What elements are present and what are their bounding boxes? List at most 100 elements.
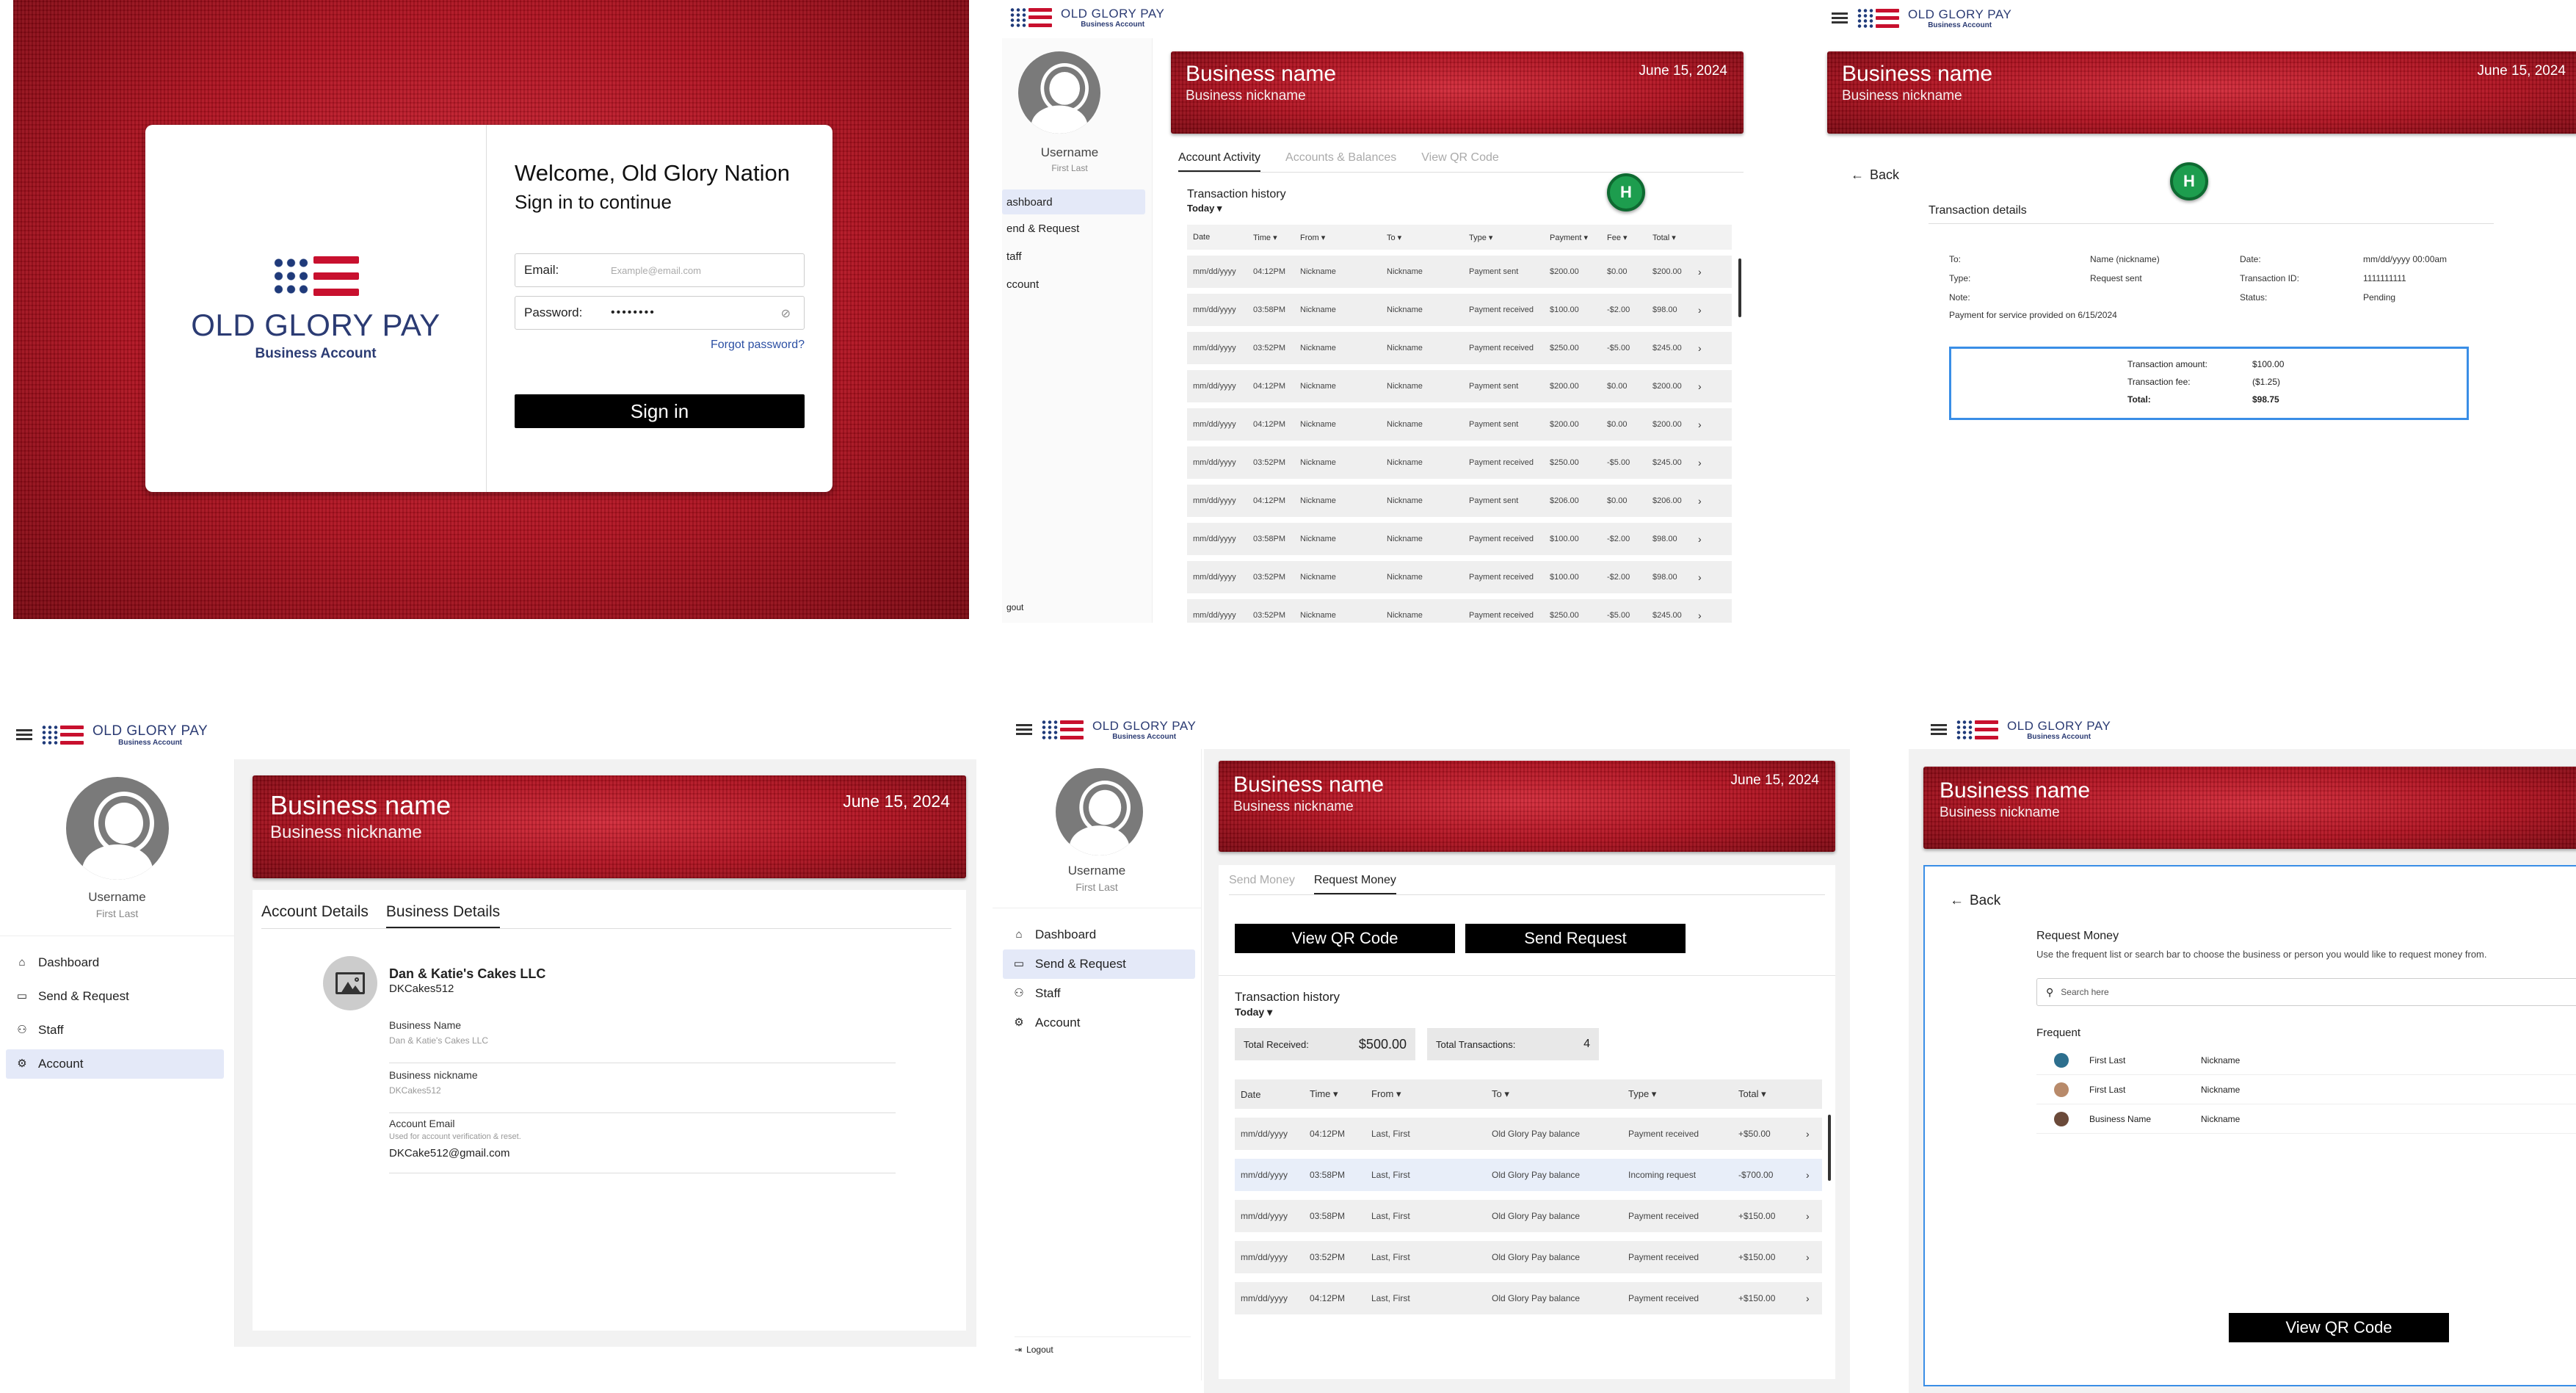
menu-icon[interactable] [1832,12,1848,24]
contact-row[interactable]: First Last Nickname [2036,1046,2576,1075]
tab-view-qr[interactable]: View QR Code [1421,151,1499,172]
nav-account[interactable]: ⚙ Account [6,1049,224,1079]
nav-account[interactable]: ⚙ Account [1003,1008,1195,1038]
table-row[interactable]: mm/dd/yyyy 03:52PM Nickname Nickname Payment… [1187,561,1732,593]
history-filter[interactable]: Today ▾ [1235,1006,1272,1018]
chevron-right-icon[interactable]: › [1698,571,1708,583]
avatar[interactable] [1018,51,1100,134]
chevron-right-icon[interactable]: › [1698,380,1708,392]
chevron-right-icon[interactable]: › [1698,342,1708,354]
avatar[interactable] [1056,768,1143,855]
chevron-right-icon[interactable]: › [1698,533,1708,545]
view-qr-button[interactable]: View QR Code [1235,924,1455,953]
chevron-right-icon[interactable]: › [1698,609,1708,621]
nav-staff[interactable]: ⚇ Staff [1003,979,1195,1008]
column-header[interactable]: To ▾ [1486,1088,1622,1100]
chevron-right-icon[interactable]: › [1806,1210,1816,1222]
tab-request-money[interactable]: Request Money [1313,874,1396,894]
table-row[interactable]: mm/dd/yyyy 03:52PM Nickname Nickname Payment… [1187,446,1732,479]
chevron-right-icon[interactable]: › [1806,1128,1816,1140]
column-header[interactable]: Date [1187,233,1247,242]
tab-send-money[interactable]: Send Money [1229,874,1295,894]
back-button[interactable]: ← Back [1851,167,1899,183]
menu-icon[interactable] [1931,724,1947,736]
nav-dashboard[interactable]: ⌂ Dashboard [6,948,224,977]
avatar[interactable] [65,777,169,880]
column-header[interactable]: Time ▾ [1247,233,1294,242]
h-badge[interactable]: H [2170,162,2208,200]
table-row[interactable]: mm/dd/yyyy 04:12PM Nickname Nickname Payment… [1187,408,1732,441]
chevron-right-icon[interactable]: › [1698,419,1708,430]
table-scrollbar[interactable] [1738,258,1741,317]
nav-send-request[interactable]: end & Request [1002,214,1152,242]
menu-icon[interactable] [16,729,32,741]
table-scrollbar[interactable] [1828,1115,1831,1181]
column-header[interactable]: From ▾ [1294,233,1381,242]
column-header[interactable]: Total ▾ [1647,233,1698,242]
table-cell: Incoming request [1628,1170,1697,1180]
table-row[interactable]: mm/dd/yyyy 03:58PM Last, First Old Glory Pa… [1235,1159,1822,1191]
table-row[interactable]: mm/dd/yyyy 03:58PM Last, First Old Glory Pa… [1235,1200,1822,1232]
table-row[interactable]: mm/dd/yyyy 04:12PM Nickname Nickname Payment… [1187,256,1732,288]
nav-logout[interactable]: gout [1006,602,1023,612]
nav-send-request[interactable]: ▭ Send & Request [1003,949,1195,979]
table-row[interactable]: mm/dd/yyyy 03:58PM Nickname Nickname Payment… [1187,523,1732,555]
h-badge[interactable]: H [1607,173,1645,211]
request-card: ← Back Request Money Use the frequent lis… [1923,865,2576,1386]
tab-accounts-balances[interactable]: Accounts & Balances [1285,151,1396,172]
forgot-password-link[interactable]: Forgot password? [515,339,805,352]
password-field[interactable]: Password: •••••••• ⊘ [515,296,805,330]
column-header[interactable]: Total ▾ [1733,1088,1806,1100]
nav-logout[interactable]: ⇥ Logout [1015,1336,1191,1355]
field-business-nickname[interactable]: Business nickname DKCakes512 [389,1069,896,1113]
column-header[interactable]: From ▾ [1365,1088,1486,1100]
table-row[interactable]: mm/dd/yyyy 03:52PM Nickname Nickname Payment… [1187,332,1732,364]
column-header[interactable]: Time ▾ [1304,1088,1365,1100]
column-header[interactable]: Fee ▾ [1601,233,1647,242]
tab-business-details[interactable]: Business Details [385,903,501,928]
view-qr-button[interactable]: View QR Code [2229,1313,2449,1342]
table-row[interactable]: mm/dd/yyyy 04:12PM Last, First Old Glory Pa… [1235,1282,1822,1314]
nav-staff[interactable]: ⚇ Staff [6,1016,224,1045]
chevron-right-icon[interactable]: › [1698,457,1708,468]
chevron-right-icon[interactable]: › [1698,304,1708,316]
arrow-left-icon: ← [1851,167,1864,182]
nav-account[interactable]: ccount [1002,270,1152,298]
nav-send-request[interactable]: ▭ Send & Request [6,982,224,1011]
table-row[interactable]: mm/dd/yyyy 04:12PM Nickname Nickname Payment… [1187,485,1732,517]
table-row[interactable]: mm/dd/yyyy 04:12PM Nickname Nickname Payment… [1187,370,1732,402]
business-avatar[interactable] [323,956,377,1010]
column-header[interactable]: Type ▾ [1622,1088,1733,1100]
back-button[interactable]: ← Back [1950,893,2000,909]
chevron-right-icon[interactable]: › [1806,1292,1816,1304]
chevron-right-icon[interactable]: › [1806,1251,1816,1263]
column-header[interactable]: Date [1235,1089,1304,1100]
sign-in-button[interactable]: Sign in [515,394,805,428]
nav-dashboard[interactable]: ashboard [1002,189,1145,214]
contact-row[interactable]: First Last Nickname [2036,1075,2576,1104]
menu-icon[interactable] [1016,724,1032,736]
contact-row[interactable]: Business Name Nickname [2036,1104,2576,1134]
chevron-right-icon[interactable]: › [1806,1169,1816,1181]
chevron-right-icon[interactable]: › [1698,266,1708,278]
column-header[interactable]: Payment ▾ [1544,233,1601,242]
eye-off-icon[interactable]: ⊘ [781,306,791,321]
search-input[interactable]: ⚲ Search here [2036,978,2576,1006]
table-row[interactable]: mm/dd/yyyy 03:52PM Last, First Old Glory Pa… [1235,1241,1822,1273]
send-request-button[interactable]: Send Request [1465,924,1686,953]
chevron-right-icon[interactable]: › [1698,495,1708,507]
table-row[interactable]: mm/dd/yyyy 03:58PM Nickname Nickname Payment… [1187,294,1732,326]
nav-dashboard[interactable]: ⌂ Dashboard [1003,920,1195,949]
field-business-name[interactable]: Business Name Dan & Katie's Cakes LLC [389,1019,896,1063]
nav-staff[interactable]: taff [1002,242,1152,270]
field-account-email[interactable]: Account Email Used for account verificat… [389,1118,896,1173]
table-cell: 04:12PM [1253,496,1286,505]
table-row[interactable]: mm/dd/yyyy 04:12PM Last, First Old Glory Pa… [1235,1118,1822,1150]
table-row[interactable]: mm/dd/yyyy 03:52PM Nickname Nickname Payment… [1187,599,1732,623]
column-header[interactable]: To ▾ [1381,233,1463,242]
history-filter[interactable]: Today ▾ [1187,203,1222,214]
tab-account-activity[interactable]: Account Activity [1178,151,1261,172]
column-header[interactable]: Type ▾ [1463,233,1544,242]
tab-account-details[interactable]: Account Details [261,903,369,928]
email-field[interactable]: Email: Example@email.com [515,253,805,287]
